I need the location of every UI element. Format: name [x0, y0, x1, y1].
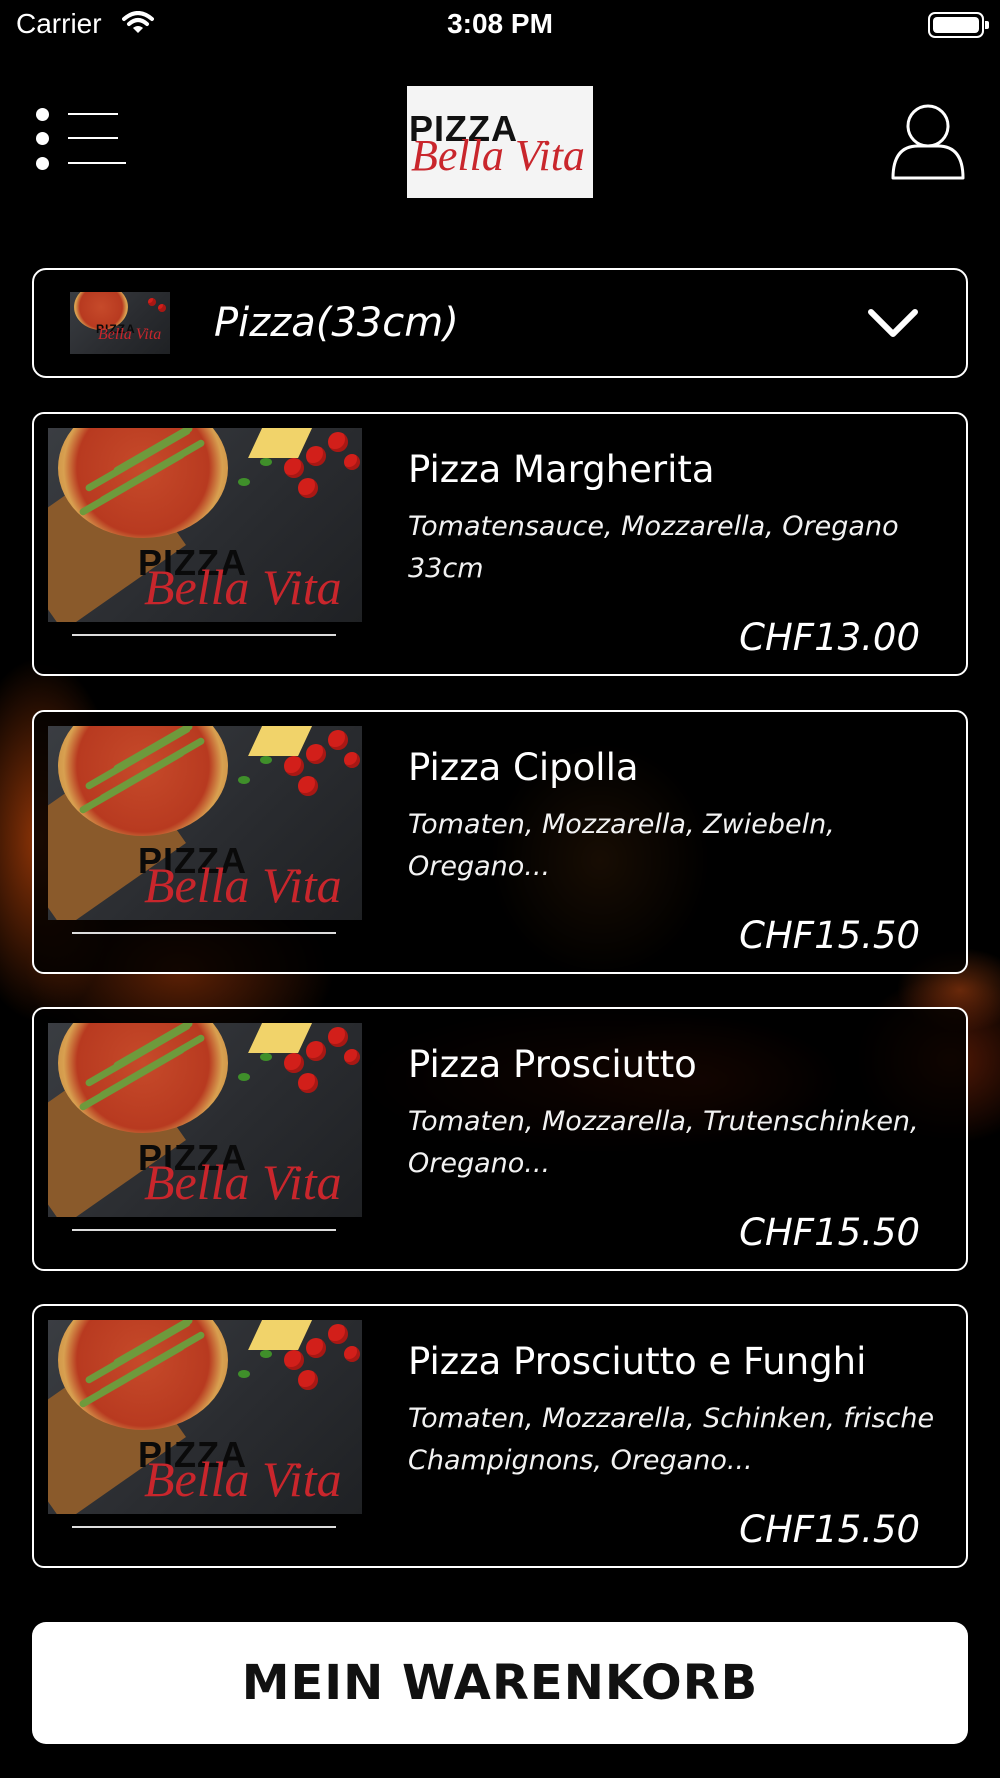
- cart-button[interactable]: MEIN WARENKORB: [32, 1622, 968, 1744]
- tomato: [284, 1053, 304, 1073]
- food-photo: PIZZA Bella Vita: [48, 428, 362, 622]
- basil-leaf: [260, 756, 272, 764]
- product-description: Tomatensauce, Mozzarella, Oregano 33cm: [408, 511, 899, 584]
- menu-line: [68, 137, 118, 139]
- tomato: [344, 454, 360, 470]
- image-script-text: Bella Vita: [144, 1451, 342, 1507]
- basil-leaf: [260, 458, 272, 466]
- product-description: Tomaten, Mozzarella, Schinken, frische C…: [408, 1403, 935, 1476]
- food-photo: PIZZA Bella Vita: [48, 1023, 362, 1217]
- product-card[interactable]: PIZZA Bella Vita Pizza Cipolla Tomaten, …: [32, 710, 968, 974]
- tomato: [284, 756, 304, 776]
- cheese-wedge: [248, 1023, 314, 1053]
- basil-leaf: [238, 478, 250, 486]
- tomato: [328, 730, 348, 750]
- tomato: [158, 304, 166, 312]
- status-bar: Carrier 3:08 PM: [0, 0, 1000, 52]
- tomato: [328, 1324, 348, 1344]
- product-card[interactable]: PIZZA Bella Vita Pizza Margherita Tomate…: [32, 412, 968, 676]
- tomato: [284, 458, 304, 478]
- cheese-wedge: [248, 428, 314, 458]
- logo-script-text: Bella Vita: [411, 131, 585, 180]
- tomato: [344, 1346, 360, 1362]
- battery-icon: [928, 12, 989, 38]
- product-price: CHF13.00: [739, 616, 920, 659]
- product-image: PIZZA Bella Vita: [48, 1023, 362, 1217]
- basil-leaf: [238, 1073, 250, 1081]
- food-photo: PIZZA Bella Vita: [48, 726, 362, 920]
- tomato: [148, 298, 156, 306]
- product-description: Tomaten, Mozzarella, Zwiebeln, Oregano..…: [408, 809, 835, 882]
- tomato: [344, 1049, 360, 1065]
- user-icon[interactable]: [890, 102, 966, 182]
- basil-leaf: [238, 776, 250, 784]
- menu-dot: [36, 157, 49, 170]
- menu-icon[interactable]: [36, 106, 126, 172]
- cheese-wedge: [248, 726, 314, 756]
- product-price: CHF15.50: [739, 914, 920, 957]
- product-price: CHF15.50: [739, 1508, 920, 1551]
- basil-leaf: [260, 1053, 272, 1061]
- product-name: Pizza Prosciutto e Funghi: [408, 1340, 867, 1383]
- image-script-text: Bella Vita: [144, 559, 342, 615]
- menu-dot: [36, 108, 49, 121]
- brand-logo: PIZZA Bella Vita: [407, 86, 593, 198]
- basil-leaf: [238, 1370, 250, 1378]
- image-underline: [72, 932, 336, 934]
- product-card[interactable]: PIZZA Bella Vita Pizza Prosciutto Tomate…: [32, 1007, 968, 1271]
- product-image: PIZZA Bella Vita: [48, 1320, 362, 1514]
- tomato: [284, 1350, 304, 1370]
- menu-line: [68, 113, 118, 115]
- battery-fill: [933, 17, 979, 33]
- category-label: Pizza(33cm): [214, 300, 459, 346]
- tomato: [298, 776, 318, 796]
- menu-dot: [36, 132, 49, 145]
- basil-leaf: [260, 1350, 272, 1358]
- tomato: [298, 1370, 318, 1390]
- food-photo: PIZZA Bella Vita: [48, 1320, 362, 1514]
- tomato: [328, 1027, 348, 1047]
- product-image: PIZZA Bella Vita: [48, 726, 362, 920]
- tomato: [306, 446, 326, 466]
- cheese-wedge: [248, 1320, 314, 1350]
- image-underline: [72, 1229, 336, 1231]
- product-price: CHF15.50: [739, 1211, 920, 1254]
- product-image: PIZZA Bella Vita: [48, 428, 362, 622]
- product-description: Tomaten, Mozzarella, Trutenschinken, Ore…: [408, 1106, 919, 1179]
- image-underline: [72, 1526, 336, 1528]
- product-name: Pizza Cipolla: [408, 746, 639, 789]
- product-name: Pizza Prosciutto: [408, 1043, 697, 1086]
- food-photo: PIZZA Bella Vita: [70, 292, 170, 354]
- tomato: [306, 1041, 326, 1061]
- tomato: [328, 432, 348, 452]
- tomato: [298, 478, 318, 498]
- product-name: Pizza Margherita: [408, 448, 715, 491]
- category-thumbnail: PIZZA Bella Vita: [70, 292, 170, 354]
- image-underline: [72, 634, 336, 636]
- image-script-text: Bella Vita: [144, 857, 342, 913]
- thumb-script-text: Bella Vita: [98, 326, 162, 343]
- chevron-down-icon: [866, 306, 920, 340]
- tomato: [298, 1073, 318, 1093]
- product-card[interactable]: PIZZA Bella Vita Pizza Prosciutto e Fung…: [32, 1304, 968, 1568]
- menu-line: [68, 162, 126, 164]
- clock: 3:08 PM: [447, 8, 553, 39]
- tomato: [344, 752, 360, 768]
- tomato: [306, 1338, 326, 1358]
- image-script-text: Bella Vita: [144, 1154, 342, 1210]
- tomato: [306, 744, 326, 764]
- category-dropdown[interactable]: PIZZA Bella Vita Pizza(33cm): [32, 268, 968, 378]
